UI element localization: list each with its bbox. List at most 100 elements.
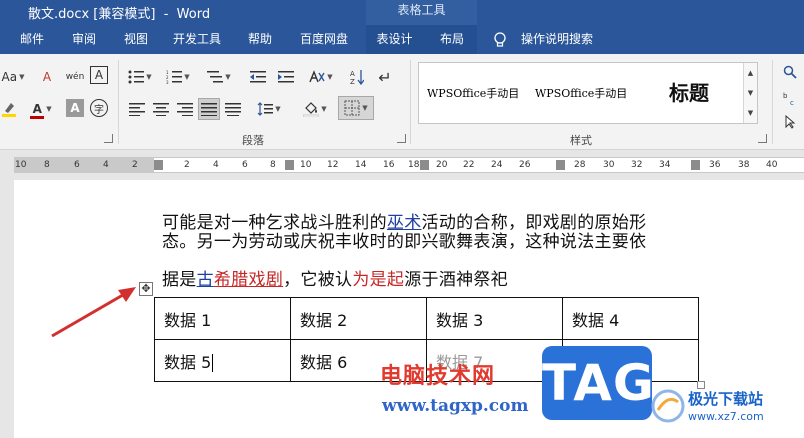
- table-move-handle-icon[interactable]: ✥: [139, 282, 153, 296]
- decrease-indent-button[interactable]: [246, 66, 270, 88]
- group-separator: [118, 60, 119, 144]
- borders-button[interactable]: ▼: [338, 96, 374, 120]
- horizontal-ruler[interactable]: 10 8 6 4 2 2 4 6 8 10 12 14 16 18 20 22 …: [14, 157, 804, 173]
- style-wps-toc-1[interactable]: WPSOffice手动目: [427, 85, 519, 101]
- tab-mailings[interactable]: 邮件: [10, 25, 54, 54]
- hyperlink-greek-drama[interactable]: 希腊戏剧: [214, 270, 283, 290]
- gallery-more[interactable]: ▼: [743, 103, 757, 123]
- styles-dialog-launcher[interactable]: [758, 134, 767, 143]
- gallery-scroll-down[interactable]: ▼: [743, 83, 757, 103]
- lightbulb-icon: [494, 32, 506, 47]
- hyperlink-ancient[interactable]: 古: [197, 270, 214, 290]
- phonetic-guide-button[interactable]: wén: [64, 66, 86, 88]
- numbered-list-icon: 123: [166, 70, 183, 84]
- table-cell[interactable]: 数据 4: [562, 297, 699, 340]
- ruler-number: 2: [132, 160, 138, 170]
- title-bar: 散文.docx [兼容模式] - Word 表格工具: [0, 0, 804, 25]
- column-marker[interactable]: [154, 160, 163, 170]
- font-color-button[interactable]: A ▼: [26, 98, 56, 120]
- text-run: 据是: [162, 270, 197, 290]
- column-marker[interactable]: [285, 160, 294, 170]
- column-marker[interactable]: [556, 160, 565, 170]
- find-button[interactable]: [778, 62, 802, 82]
- show-formatting-marks-button[interactable]: ↵: [374, 66, 396, 88]
- bullets-button[interactable]: ▼: [124, 66, 156, 88]
- align-left-icon: [129, 103, 145, 116]
- ruler-number: 32: [631, 160, 643, 170]
- ruler-number: 6: [242, 160, 248, 170]
- line-spacing-button[interactable]: ▼: [252, 98, 286, 120]
- distributed-button[interactable]: [222, 98, 244, 120]
- shading-button[interactable]: ▼: [298, 98, 332, 120]
- line-spacing-icon: [257, 102, 274, 116]
- aurora-logo-icon: [651, 389, 685, 423]
- sort-button[interactable]: AZ: [346, 66, 368, 88]
- tab-developer[interactable]: 开发工具: [166, 25, 228, 54]
- tab-table-design[interactable]: 表设计: [366, 25, 423, 54]
- character-shading-button[interactable]: A: [66, 99, 84, 117]
- table-cell-active[interactable]: 数据 5: [154, 339, 291, 382]
- tab-layout[interactable]: 布局: [430, 25, 474, 54]
- column-marker[interactable]: [691, 160, 700, 170]
- select-button[interactable]: [778, 112, 802, 132]
- borders-icon: [344, 100, 360, 116]
- tell-me-search[interactable]: 操作说明搜索: [512, 25, 602, 54]
- sort-icon: AZ: [350, 70, 364, 85]
- multilevel-list-icon: [207, 71, 224, 83]
- ruler-number: 22: [463, 160, 475, 170]
- table-cell[interactable]: 数据 1: [154, 297, 291, 340]
- replace-button[interactable]: bc: [778, 88, 802, 108]
- enclose-characters-button[interactable]: 字: [90, 99, 108, 117]
- paragraph-dialog-launcher[interactable]: [397, 134, 406, 143]
- highlighter-icon: [2, 103, 16, 117]
- ruler-number: 30: [603, 160, 615, 170]
- text-cursor: [212, 354, 214, 372]
- change-case-button[interactable]: Aa ▼: [0, 66, 26, 88]
- tab-view[interactable]: 视图: [114, 25, 158, 54]
- ruler-number: 8: [270, 160, 276, 170]
- ruler-number: 18: [408, 160, 420, 170]
- tab-baidu-netdisk[interactable]: 百度网盘: [292, 25, 356, 54]
- svg-text:b: b: [783, 92, 788, 100]
- tab-review[interactable]: 审阅: [62, 25, 106, 54]
- ruler-number: 10: [15, 160, 27, 170]
- align-center-icon: [153, 103, 169, 116]
- chinese-layout-button[interactable]: ▼: [304, 66, 338, 88]
- highlight-color-button[interactable]: [0, 98, 18, 120]
- align-left-button[interactable]: [126, 98, 148, 120]
- increase-indent-button[interactable]: [274, 66, 298, 88]
- table-cell[interactable]: 数据 2: [290, 297, 427, 340]
- numbering-button[interactable]: 1 2 3 ▼: [162, 66, 194, 88]
- ruler-number: 12: [327, 160, 339, 170]
- align-center-button[interactable]: [150, 98, 172, 120]
- ruler-number: 4: [103, 160, 109, 170]
- column-marker[interactable]: [420, 160, 429, 170]
- styles-gallery: WPSOffice手动目 WPSOffice手动目 标题 ▲ ▼ ▼: [418, 62, 758, 124]
- ruler-number: 6: [74, 160, 80, 170]
- style-wps-toc-2[interactable]: WPSOffice手动目: [535, 85, 627, 101]
- multilevel-list-button[interactable]: ▼: [202, 66, 236, 88]
- svg-text:3: 3: [166, 80, 169, 84]
- ruler-number: 28: [574, 160, 586, 170]
- watermark-site-url: www.tagxp.com: [382, 396, 529, 416]
- clear-formatting-button[interactable]: A: [36, 66, 58, 88]
- ruler-number: 16: [383, 160, 395, 170]
- text-run: 态。另一为劳动或庆祝丰收时的即兴歌舞表演，这种说法主要依: [162, 232, 647, 252]
- gallery-scroll-up[interactable]: ▲: [743, 63, 757, 83]
- table-cell[interactable]: 数据 3: [426, 297, 563, 340]
- search-icon: [783, 65, 797, 79]
- ruler-number: 4: [213, 160, 219, 170]
- paint-bucket-icon: [303, 102, 320, 117]
- justify-button[interactable]: [198, 98, 220, 120]
- paragraph-group-label: 段落: [242, 134, 264, 147]
- character-border-button[interactable]: A: [90, 66, 108, 84]
- increase-indent-icon: [278, 71, 294, 83]
- ruler-number: 10: [300, 160, 312, 170]
- text-run: 源于酒神祭祀: [404, 270, 509, 290]
- table-row: 数据 1 数据 2 数据 3 数据 4: [154, 297, 699, 340]
- font-dialog-launcher[interactable]: [104, 134, 113, 143]
- align-right-button[interactable]: [174, 98, 196, 120]
- font-color-swatch: [30, 116, 44, 119]
- style-title[interactable]: 标题: [669, 77, 709, 106]
- tab-help[interactable]: 帮助: [238, 25, 282, 54]
